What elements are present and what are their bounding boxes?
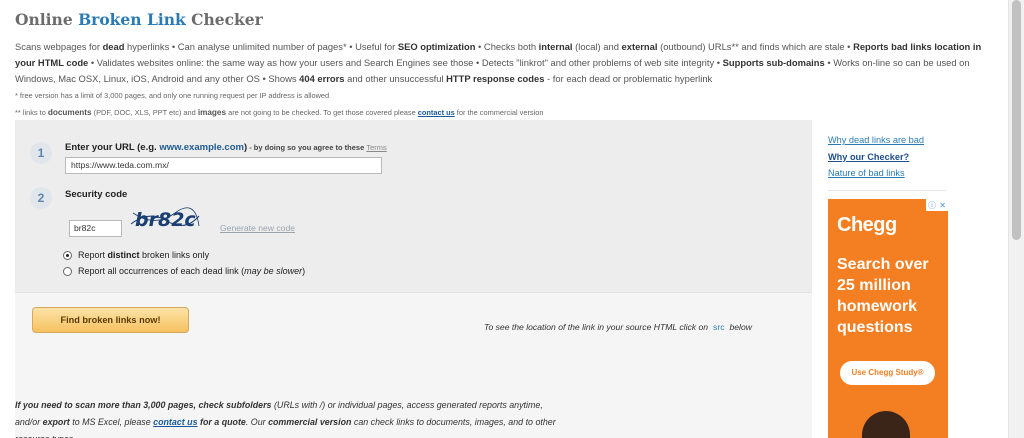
radio-all-occurrences-label: Report all occurrences of each dead link… [78, 266, 306, 276]
radio-distinct[interactable] [63, 250, 72, 260]
captcha-image: br82c [130, 207, 200, 231]
security-code-label: Security code [65, 189, 128, 200]
step-2-badge: 2 [30, 187, 52, 209]
radio-distinct-option[interactable]: Report distinct broken links only [63, 250, 209, 260]
step-1-badge: 1 [30, 142, 52, 164]
sidebar-link-why-dead-links-bad[interactable]: Why dead links are bad [828, 132, 924, 149]
chegg-advertisement[interactable]: ⓘ ✕ Chegg Search over 25 million homewor… [828, 199, 948, 438]
sidebar-links: Why dead links are bad Why our Checker? … [828, 132, 924, 182]
ad-controls[interactable]: ⓘ ✕ [926, 199, 948, 211]
ad-cta-button[interactable]: Use Chegg Study® [840, 361, 935, 385]
ad-brand-logo: Chegg [837, 214, 897, 236]
sidebar-link-why-our-checker[interactable]: Why our Checker? [828, 149, 924, 166]
contact-us-link-note[interactable]: contact us [418, 108, 455, 117]
commercial-version-text: If you need to scan more than 3,000 page… [15, 400, 556, 438]
url-input[interactable]: https://www.teda.com.mx/ [65, 157, 382, 174]
checker-form-panel: 1 Enter your URL (e.g. www.example.com) … [15, 120, 812, 438]
radio-distinct-label: Report distinct broken links only [78, 250, 210, 260]
ad-close-icon[interactable]: ✕ [939, 201, 946, 210]
documents-note: ** links to documents (PDF, DOC, XLS, PP… [15, 108, 544, 117]
ad-person-image [862, 411, 910, 438]
src-hint: To see the location of the link in your … [484, 322, 752, 332]
generate-new-code-link[interactable]: Generate new code [220, 223, 295, 233]
page-title: Online Broken Link Checker [15, 10, 263, 29]
intro-text: Scans webpages for dead hyperlinks • Can… [15, 41, 982, 84]
radio-all-occurrences-option[interactable]: Report all occurrences of each dead link… [63, 266, 305, 276]
radio-all-occurrences[interactable] [63, 266, 72, 276]
scrollbar-thumb[interactable] [1012, 0, 1021, 240]
src-label: src [713, 322, 725, 332]
security-code-input[interactable]: br82c [69, 220, 122, 237]
sidebar-divider [828, 190, 946, 191]
page: Online Broken Link Checker Scans webpage… [0, 0, 1008, 438]
url-label: Enter your URL (e.g. www.example.com) - … [65, 142, 387, 153]
free-version-note: * free version has a limit of 3,000 page… [15, 91, 330, 100]
terms-link[interactable]: Terms [366, 143, 386, 152]
ad-info-icon[interactable]: ⓘ [928, 200, 936, 211]
find-broken-links-button[interactable]: Find broken links now! [32, 307, 189, 333]
captcha-text: br82c [135, 209, 196, 231]
contact-us-link-bottom[interactable]: contact us [153, 417, 197, 427]
ad-headline: Search over 25 million homework question… [837, 256, 929, 336]
sidebar-link-nature-of-bad-links[interactable]: Nature of bad links [828, 165, 924, 182]
vertical-scrollbar[interactable] [1008, 0, 1024, 438]
